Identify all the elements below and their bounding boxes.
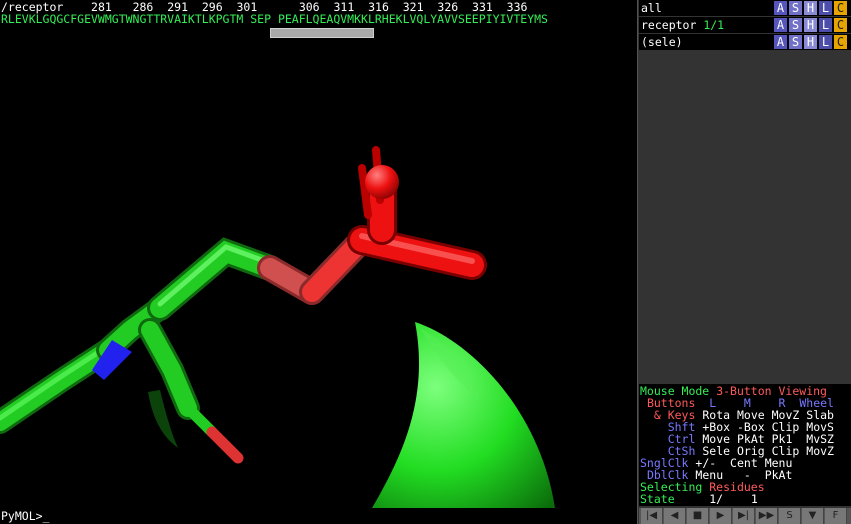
- stop-icon[interactable]: ■: [687, 508, 709, 524]
- oxygen-atom: [365, 165, 399, 199]
- object-state: 1/1: [703, 18, 725, 32]
- full-screen-icon[interactable]: F: [825, 508, 847, 524]
- sequence-scrollbar[interactable]: [0, 27, 637, 39]
- color-button[interactable]: C: [834, 35, 847, 49]
- hide-button[interactable]: H: [804, 1, 817, 15]
- show-button[interactable]: S: [789, 18, 802, 32]
- label-button[interactable]: L: [819, 1, 832, 15]
- object-name[interactable]: (sele): [641, 36, 683, 48]
- action-button[interactable]: A: [774, 18, 787, 32]
- menu-down-icon[interactable]: ▼: [802, 508, 824, 524]
- fast-forward-icon[interactable]: ▶▶: [756, 508, 778, 524]
- color-button[interactable]: C: [834, 1, 847, 15]
- object-row-all[interactable]: all A S H L C: [639, 0, 851, 16]
- backbone-sticks: [0, 237, 283, 464]
- sequence-scrollbar-thumb[interactable]: [270, 28, 374, 38]
- movie-controls: |◀ ◀ ■ ▶ ▶| ▶▶ S ▼ F: [639, 508, 851, 524]
- hide-button[interactable]: H: [804, 18, 817, 32]
- sequence-letters[interactable]: RLEVKLGQGCFGEVWMGTWNGTTRVAIKTLKPGTM SEP …: [1, 13, 548, 25]
- object-row-sele[interactable]: (sele) A S H L C: [639, 34, 851, 50]
- molecule-render[interactable]: [0, 40, 637, 508]
- scene-icon[interactable]: S: [779, 508, 801, 524]
- state-indicator: State 1/ 1: [640, 492, 758, 506]
- show-button[interactable]: S: [789, 1, 802, 15]
- object-panel: all A S H L C receptor 1/1 A S H L C (se…: [637, 0, 851, 524]
- mouse-mode-panel[interactable]: Mouse Mode 3-Button Viewing Buttons L M …: [639, 384, 851, 506]
- sequence-viewer[interactable]: /receptor 281 286 291 296 301 306 311 31…: [0, 0, 637, 40]
- hide-button[interactable]: H: [804, 35, 817, 49]
- play-icon[interactable]: ▶: [710, 508, 732, 524]
- helix-ribbon: [372, 322, 555, 508]
- object-name[interactable]: all: [641, 2, 662, 14]
- object-row-receptor[interactable]: receptor 1/1 A S H L C: [639, 17, 851, 33]
- rewind-icon[interactable]: |◀: [641, 508, 663, 524]
- action-button[interactable]: A: [774, 35, 787, 49]
- label-button[interactable]: L: [819, 35, 832, 49]
- show-button[interactable]: S: [789, 35, 802, 49]
- molecule-viewport[interactable]: [0, 40, 637, 508]
- step-back-icon[interactable]: ◀: [664, 508, 686, 524]
- step-forward-icon[interactable]: ▶|: [733, 508, 755, 524]
- command-line[interactable]: PyMOL>_: [0, 508, 638, 524]
- color-button[interactable]: C: [834, 18, 847, 32]
- action-button[interactable]: A: [774, 1, 787, 15]
- label-button[interactable]: L: [819, 18, 832, 32]
- object-name[interactable]: receptor 1/1: [641, 19, 724, 31]
